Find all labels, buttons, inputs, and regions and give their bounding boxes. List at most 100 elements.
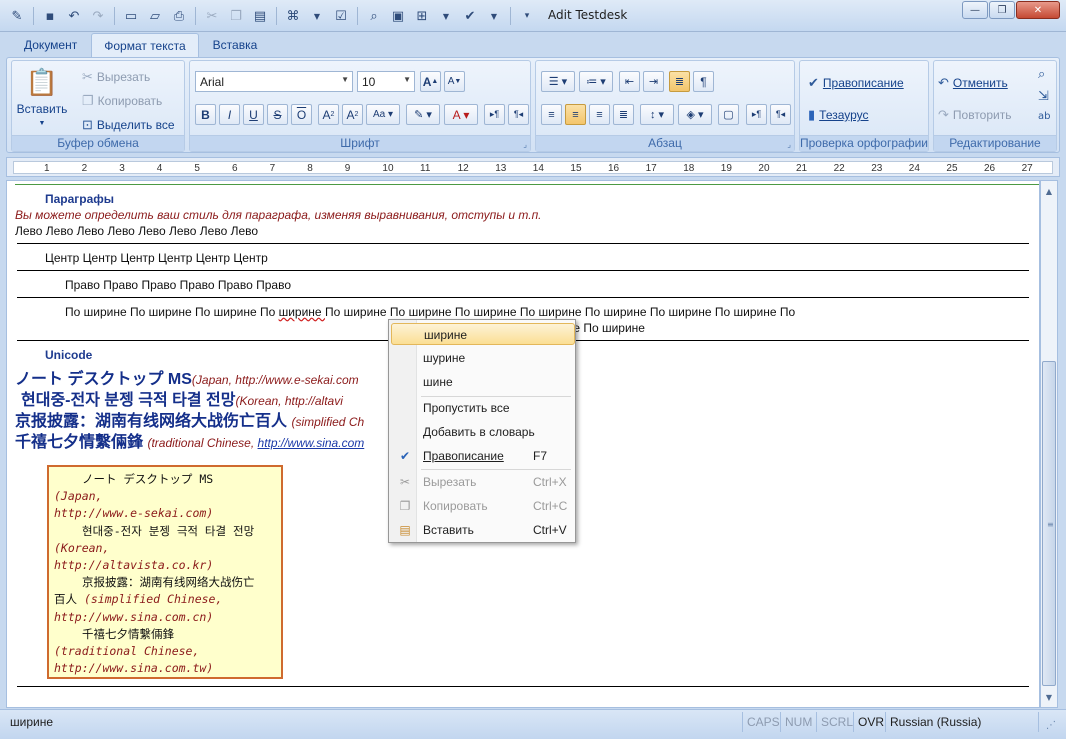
chevron-down-icon[interactable]: ▼ [483,5,505,27]
copy-button[interactable]: ❐ Копировать [82,93,162,109]
overline-button[interactable]: O [291,104,312,125]
edit-icon[interactable]: ✎ [6,5,28,27]
find-next-icon[interactable]: ⇲ [1038,89,1049,104]
underline-button[interactable]: U [243,104,264,125]
para-rtl-button[interactable]: ¶◂ [770,104,791,125]
suggestion-item[interactable]: шурине [391,347,575,369]
table-icon[interactable]: ⊞ [411,5,433,27]
close-button[interactable]: ✕ [1016,1,1060,19]
tab-text-format[interactable]: Формат текста [91,33,199,58]
change-case-button[interactable]: Aa ▾ [366,104,400,125]
para-ltr-button[interactable]: ▸¶ [746,104,767,125]
cut-icon[interactable]: ✂ [201,5,223,27]
skip-all-item[interactable]: Пропустить все [391,397,575,419]
bold-button[interactable]: B [195,104,216,125]
cut-item[interactable]: ✂ Вырезать Ctrl+X [391,471,575,493]
print-icon[interactable]: ⎙ [168,5,190,27]
font-size-select[interactable]: 10 ▼ [357,71,415,92]
unicode-heading: Unicode [45,348,93,362]
justified-word: По [389,305,409,319]
decrease-indent-button[interactable]: ⇤ [619,71,640,92]
paste-item[interactable]: ▤ Вставить Ctrl+V [391,519,575,541]
font-color-button[interactable]: A ▾ [444,104,478,125]
format-painter-icon[interactable]: ⌘ [282,5,304,27]
scroll-thumb[interactable]: ≡ [1042,361,1056,686]
justified-word: По [584,305,604,319]
thesaurus-button[interactable]: ▮ Тезаурус [808,107,869,123]
spell-icon[interactable]: ✔ [459,5,481,27]
shading-button[interactable]: ◈ ▾ [678,104,712,125]
maximize-button[interactable]: ❐ [989,1,1015,19]
copy-item[interactable]: ❐ Копировать Ctrl+C [391,495,575,517]
language-indicator: Russian (Russia) [890,715,982,729]
ruler-tick-label: 13 [495,163,507,174]
font-group: Arial ▼ 10 ▼ A ▲ A ▼ B I U S O A2 A2 Aa ▾ … [189,60,531,152]
superscript-button[interactable]: A2 [342,104,363,125]
suggestion-item[interactable]: шине [391,371,575,393]
chevron-down-icon[interactable]: ▼ [306,5,328,27]
dialog-launcher-icon[interactable]: ⌟ [523,140,527,149]
unicode-text-frame[interactable]: ノート デスクトップ MS (Japan, http://www.e-sekai… [47,465,283,679]
tab-insert[interactable]: Вставка [201,33,270,58]
align-right-button[interactable]: ≡ [589,104,610,125]
picture-icon[interactable]: ▣ [387,5,409,27]
strikethrough-button[interactable]: S [267,104,288,125]
scroll-up-arrow[interactable]: ▲ [1041,183,1057,199]
align-center-button[interactable]: ≡ [565,104,586,125]
spelling-item[interactable]: ✔ Правописание F7 [391,445,575,467]
redo-icon[interactable]: ↷ [87,5,109,27]
align-justify-button[interactable]: ≣ [613,104,634,125]
undo-button[interactable]: ↶ Отменить [938,75,1008,91]
numbering-button[interactable]: ≔ ▾ [579,71,613,92]
resize-grip-icon[interactable]: ⋰ [1046,720,1056,731]
vertical-scrollbar[interactable]: ▲ ≡ ▼ [1040,180,1058,708]
wrap-button[interactable]: ≣ [669,71,690,92]
add-to-dictionary-item[interactable]: Добавить в словарь [391,421,575,443]
cut-button[interactable]: ✂ Вырезать [82,69,150,85]
font-family-select[interactable]: Arial ▼ [195,71,353,92]
new-icon[interactable]: ▭ [120,5,142,27]
copy-icon[interactable]: ❐ [225,5,247,27]
open-icon[interactable]: ▱ [144,5,166,27]
undo-icon[interactable]: ↶ [63,5,85,27]
justified-word: ширине [603,305,650,319]
clipboard-icon: 📋 [25,67,59,97]
find-icon[interactable]: ⌕ [363,5,385,27]
rtl-button[interactable]: ¶◂ [508,104,529,125]
paste-icon[interactable]: ▤ [249,5,271,27]
save-icon[interactable]: ▪ [39,5,61,27]
select-all-button[interactable]: ⊡ Выделить все [82,117,175,133]
find-icon[interactable]: ⌕ [1038,67,1045,82]
highlight-button[interactable]: ✎ ▾ [406,104,440,125]
ltr-button[interactable]: ▸¶ [484,104,505,125]
check-icon[interactable]: ☑ [330,5,352,27]
undo-icon: ↶ [938,75,949,90]
spelling-button[interactable]: ✔ Правописание [808,75,904,91]
customize-icon[interactable]: ▾ [516,5,538,27]
line-spacing-button[interactable]: ↕ ▾ [640,104,674,125]
grow-font-button[interactable]: A ▲ [420,71,441,92]
chevron-down-icon[interactable]: ▼ [435,5,457,27]
tab-document[interactable]: Документ [12,33,89,58]
pilcrow-button[interactable]: ¶ [693,71,714,92]
align-left-button[interactable]: ≡ [541,104,562,125]
redo-button[interactable]: ↷ Повторить [938,107,1011,123]
dialog-launcher-icon[interactable]: ⌟ [787,140,791,149]
shrink-font-button[interactable]: A ▼ [444,71,465,92]
frame-line: (traditional Chinese, [54,644,200,659]
replace-icon[interactable]: ab [1038,111,1050,122]
ruler-tick-label: 4 [156,163,163,174]
italic-button[interactable]: I [219,104,240,125]
increase-indent-button[interactable]: ⇥ [643,71,664,92]
clipboard-group-label: Буфер обмена [12,135,184,151]
subscript-button[interactable]: A2 [318,104,339,125]
paste-button[interactable]: 📋 Вставить ▼ [17,67,68,127]
minimize-button[interactable]: — [962,1,988,19]
bullets-button[interactable]: ☰ ▾ [541,71,575,92]
ruler-tick-label: 22 [833,163,845,174]
borders-button[interactable]: ▢ [718,104,739,125]
sina-link[interactable]: http://www.sina.com [258,436,365,450]
scroll-down-arrow[interactable]: ▼ [1041,689,1057,705]
ruler[interactable]: 1 2 3 4 5 6 7 8 9 10 11 12 13 14 15 16 17 18 19 20 21 22 23 24 2… [6,157,1060,177]
suggestion-item[interactable]: ширине [391,323,575,345]
